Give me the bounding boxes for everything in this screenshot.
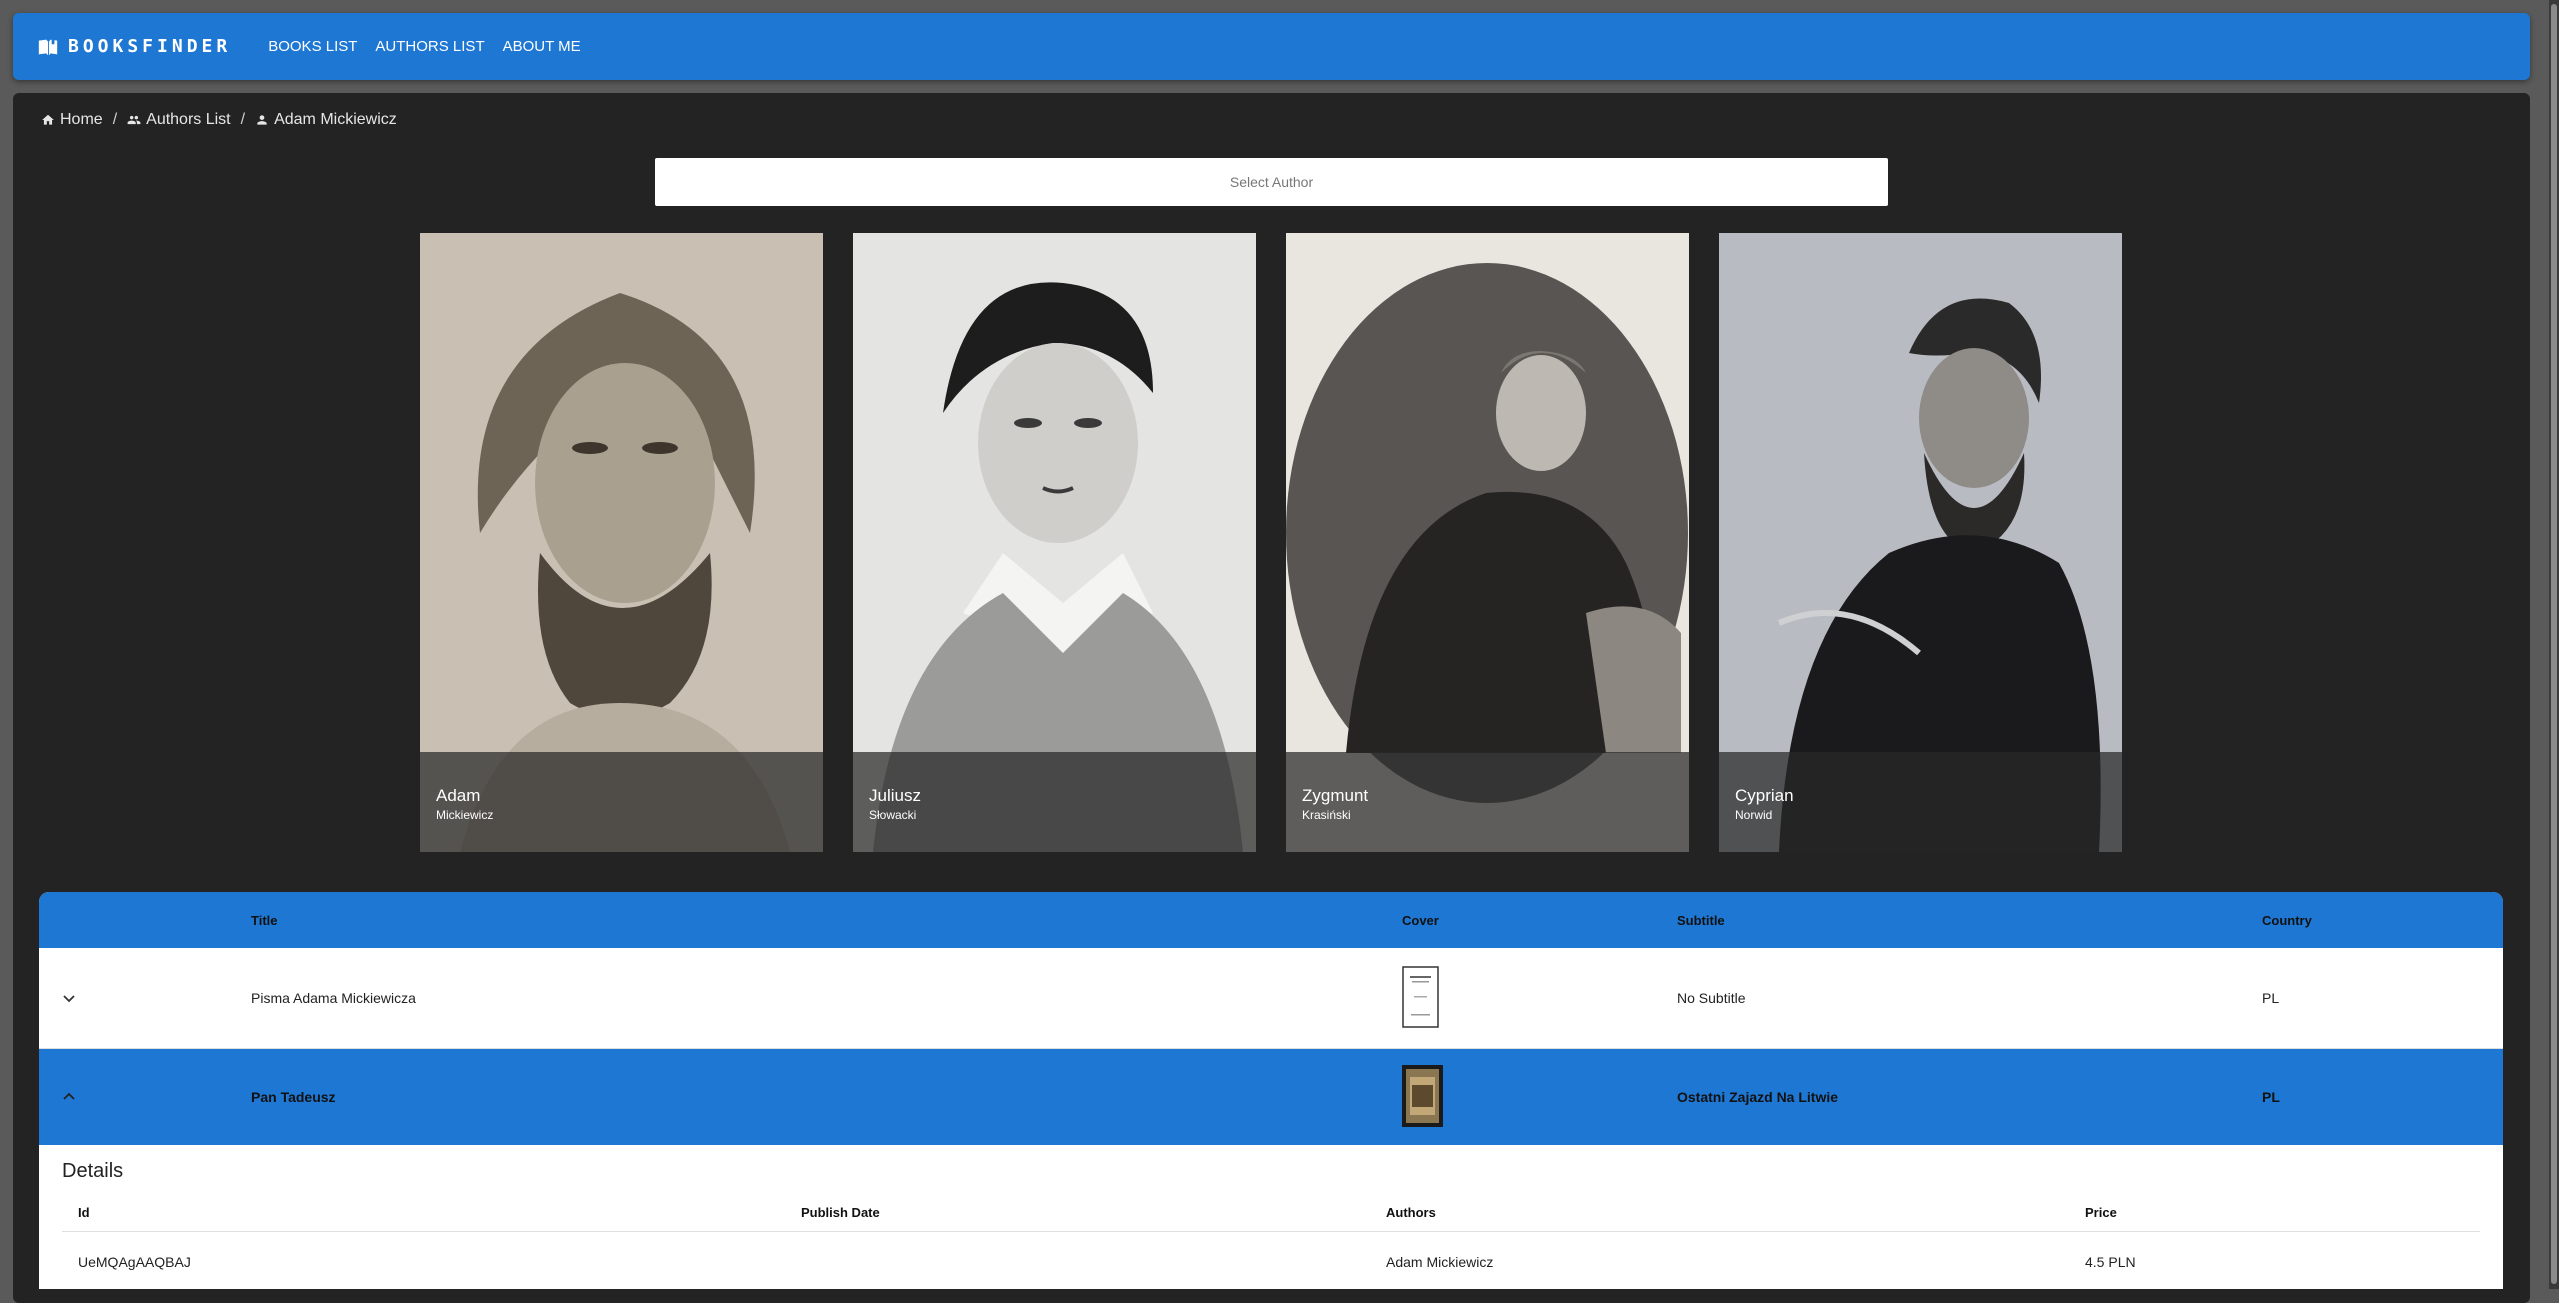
select-author-dropdown[interactable]: Select Author [655, 158, 1888, 206]
nav-about-me[interactable]: ABOUT ME [494, 30, 590, 63]
author-card-norwid[interactable]: Cyprian Norwid [1719, 233, 2122, 852]
details-authors: Adam Mickiewicz [1386, 1254, 1494, 1270]
author-first-name: Juliusz [869, 786, 921, 805]
breadcrumb-current-label: Adam Mickiewicz [274, 111, 397, 128]
nav-authors-list[interactable]: AUTHORS LIST [366, 30, 493, 63]
book-details-panel: Details Id Publish Date Authors Price Ue… [39, 1145, 2503, 1289]
author-last-name: Mickiewicz [436, 808, 494, 822]
author-caption: Adam Mickiewicz [420, 752, 823, 852]
table-header: Title Cover Subtitle Country [39, 892, 2503, 948]
table-row-selected[interactable]: Pan Tadeusz Ostatni Zajazd Na Litwie PL [39, 1049, 2503, 1145]
details-col-publish-date: Publish Date [801, 1205, 880, 1220]
row-title: Pan Tadeusz [251, 1089, 336, 1105]
scrollbar[interactable] [2549, 0, 2559, 1289]
author-card-slowacki[interactable]: Juliusz Słowacki [853, 233, 1256, 852]
row-subtitle: Ostatni Zajazd Na Litwie [1677, 1089, 1839, 1105]
table-row[interactable]: Pisma Adama Mickiewicza No Subtitle PL [39, 948, 2503, 1049]
details-divider [62, 1231, 2480, 1232]
details-col-authors: Authors [1386, 1205, 1436, 1220]
book-cover-image [1402, 966, 1439, 1028]
top-app-bar: BOOKSFINDER BOOKS LIST AUTHORS LIST ABOU… [13, 13, 2530, 80]
book-cover-image [1402, 1065, 1443, 1127]
brand[interactable]: BOOKSFINDER [37, 36, 231, 58]
breadcrumb-authors-label: Authors List [146, 111, 231, 128]
author-first-name: Cyprian [1735, 786, 1794, 805]
author-first-name: Zygmunt [1302, 786, 1369, 805]
details-id: UeMQAgAAQBAJ [78, 1254, 191, 1270]
author-first-name: Adam [436, 786, 481, 805]
row-title: Pisma Adama Mickiewicza [251, 990, 416, 1006]
main-nav: BOOKS LIST AUTHORS LIST ABOUT ME [259, 30, 589, 63]
book-logo-icon [38, 37, 58, 55]
row-country: PL [2262, 990, 2280, 1006]
breadcrumb: Home / Authors List / Adam Mickiewicz [41, 111, 397, 129]
col-cover[interactable]: Cover [1402, 913, 1439, 928]
author-caption: Cyprian Norwid [1719, 752, 2122, 852]
row-subtitle: No Subtitle [1677, 990, 1746, 1006]
author-card-krasinski[interactable]: Zygmunt Krasiński [1286, 233, 1689, 852]
details-title: Details [62, 1160, 124, 1182]
author-caption: Juliusz Słowacki [853, 752, 1256, 852]
details-col-id: Id [78, 1205, 90, 1220]
col-title[interactable]: Title [251, 913, 278, 928]
author-last-name: Słowacki [869, 808, 917, 822]
breadcrumb-separator: / [112, 111, 118, 128]
col-subtitle[interactable]: Subtitle [1677, 913, 1725, 928]
select-author-placeholder: Select Author [1229, 174, 1314, 190]
author-last-name: Norwid [1735, 808, 1773, 822]
books-table: Title Cover Subtitle Country Pisma Adama… [39, 892, 2503, 1289]
author-card-mickiewicz[interactable]: Adam Mickiewicz [420, 233, 823, 852]
scrollbar-thumb[interactable] [2551, 4, 2557, 1284]
author-last-name: Krasiński [1302, 808, 1351, 822]
chevron-down-icon[interactable] [61, 990, 77, 1006]
breadcrumb-home[interactable]: Home [41, 111, 103, 129]
home-icon [42, 114, 54, 125]
people-icon [127, 115, 141, 125]
breadcrumb-current: Adam Mickiewicz [255, 111, 397, 129]
col-country[interactable]: Country [2262, 913, 2312, 928]
row-country: PL [2262, 1089, 2280, 1105]
breadcrumb-separator: / [240, 111, 246, 128]
details-col-price: Price [2085, 1205, 2117, 1220]
nav-books-list[interactable]: BOOKS LIST [259, 30, 366, 63]
brand-name: BOOKSFINDER [68, 36, 232, 57]
chevron-up-icon[interactable] [61, 1089, 77, 1105]
breadcrumb-authors[interactable]: Authors List [127, 111, 231, 129]
breadcrumb-home-label: Home [60, 111, 103, 128]
details-price: 4.5 PLN [2085, 1254, 2136, 1270]
author-caption: Zygmunt Krasiński [1286, 752, 1689, 852]
person-icon [257, 115, 267, 125]
